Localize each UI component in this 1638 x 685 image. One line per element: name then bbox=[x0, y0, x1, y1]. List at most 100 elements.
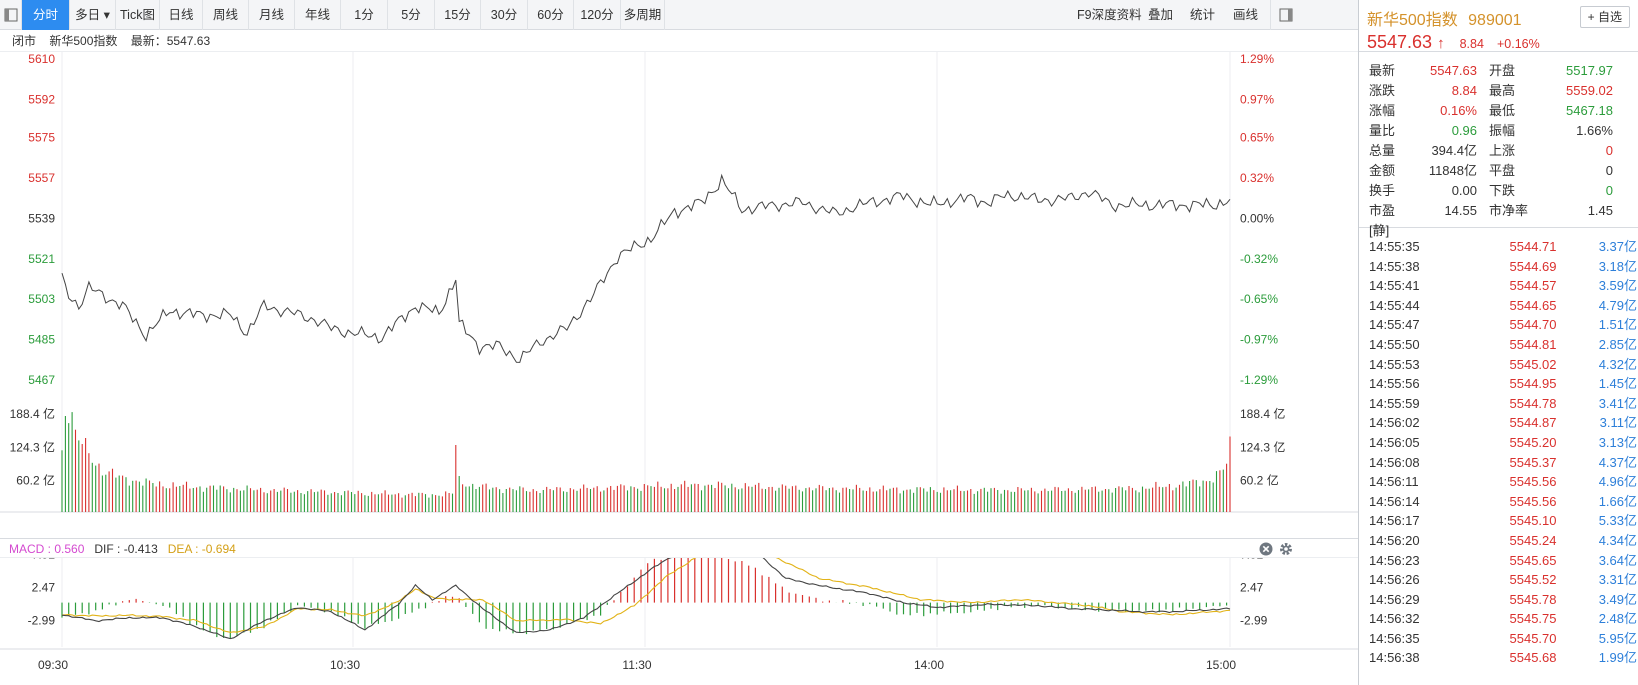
percent-axis-label: 1.29% bbox=[1240, 52, 1274, 66]
tick-row: 14:56:08 5545.37 4.37亿 bbox=[1359, 453, 1638, 473]
tab-4[interactable]: 日线 bbox=[160, 0, 203, 30]
stock-code: 989001 bbox=[1468, 12, 1522, 29]
quote-label: 最高 bbox=[1489, 83, 1516, 98]
tick-time: 14:56:05 bbox=[1369, 434, 1420, 450]
intraday-chart[interactable]: 5610 1.29% 5592 0.97% 5575 0.65% 5557 0.32% 5539… bbox=[0, 52, 1358, 685]
tick-price: 5545.56 bbox=[1509, 493, 1557, 509]
market-status: 闭市 bbox=[12, 34, 37, 48]
price-line bbox=[61, 173, 1231, 363]
price-axis-label: 5592 bbox=[28, 92, 55, 106]
draw-button[interactable]: 画线 bbox=[1233, 0, 1258, 30]
percent-axis-label: 0.97% bbox=[1240, 92, 1274, 106]
stats-button[interactable]: 统计 bbox=[1190, 0, 1215, 30]
quote-value: 0 bbox=[1605, 183, 1613, 198]
tick-row: 14:56:02 5544.87 3.11亿 bbox=[1359, 413, 1638, 433]
quote-value: 11848亿 bbox=[1428, 163, 1477, 178]
tick-row: 14:56:38 5545.68 1.99亿 bbox=[1359, 648, 1638, 668]
tick-price: 5544.65 bbox=[1509, 297, 1557, 313]
tick-volume: 3.18亿 bbox=[1598, 258, 1637, 274]
tick-volume: 5.95亿 bbox=[1598, 630, 1637, 646]
tab-6[interactable]: 月线 bbox=[249, 0, 295, 30]
tick-time: 14:55:50 bbox=[1369, 336, 1420, 352]
quote-row: 金额 11848亿 平盘 0 bbox=[1369, 161, 1632, 181]
tick-price: 5545.10 bbox=[1509, 513, 1557, 529]
macd-axis-label: -2.99 bbox=[1240, 614, 1268, 628]
price-change-pct: +0.16% bbox=[1496, 37, 1540, 51]
volume-axis-label: 60.2 亿 bbox=[1240, 473, 1279, 488]
percent-axis-label: -0.32% bbox=[1240, 252, 1278, 266]
quote-value: 5559.02 bbox=[1566, 83, 1613, 98]
tab-13[interactable]: 120分 bbox=[574, 0, 621, 30]
overlay-button[interactable]: 叠加 bbox=[1148, 0, 1173, 30]
tick-time: 14:56:20 bbox=[1369, 532, 1420, 548]
tick-price: 5544.81 bbox=[1509, 336, 1557, 352]
tick-volume: 4.32亿 bbox=[1598, 356, 1637, 372]
tick-row: 14:55:41 5544.57 3.59亿 bbox=[1359, 276, 1638, 296]
tick-price: 5545.20 bbox=[1509, 434, 1557, 450]
volume-axis-label: 188.4 亿 bbox=[1240, 406, 1285, 421]
price-line: 5547.63 ↑ 8.84 +0.16% bbox=[1367, 32, 1628, 53]
quote-row: 换手 0.00 下跌 0 bbox=[1369, 181, 1632, 201]
sidebar-toggle-icon bbox=[4, 8, 17, 22]
tick-volume: 1.99亿 bbox=[1598, 650, 1637, 666]
tick-row: 14:56:17 5545.10 5.33亿 bbox=[1359, 511, 1638, 531]
f9-data-button[interactable]: F9深度资料 bbox=[1077, 0, 1142, 30]
quote-value: 0.00 bbox=[1451, 183, 1477, 198]
tick-volume: 3.41亿 bbox=[1598, 395, 1637, 411]
tick-price: 5544.71 bbox=[1509, 239, 1557, 254]
quote-row: 最新 5547.63 开盘 5517.97 bbox=[1369, 61, 1632, 81]
tab-11[interactable]: 30分 bbox=[481, 0, 528, 30]
tick-volume: 2.85亿 bbox=[1598, 336, 1637, 352]
tick-price: 5545.75 bbox=[1509, 611, 1557, 627]
tab-1[interactable]: 分时 bbox=[22, 0, 70, 30]
quote-label: 平盘 bbox=[1489, 163, 1516, 178]
tick-row: 14:55:47 5544.70 1.51亿 bbox=[1359, 315, 1638, 335]
quote-row: 总量 394.4亿 上涨 0 bbox=[1369, 141, 1632, 161]
tick-volume: 3.37亿 bbox=[1598, 239, 1637, 254]
tick-time: 14:56:32 bbox=[1369, 611, 1420, 627]
tick-volume: 3.11亿 bbox=[1599, 415, 1637, 431]
tick-time: 14:56:14 bbox=[1369, 493, 1420, 509]
tick-list[interactable]: 14:55:35 5544.71 3.37亿 14:55:38 5544.69 3.18亿… bbox=[1359, 228, 1638, 668]
tick-price: 5545.70 bbox=[1509, 630, 1557, 646]
quote-row: 量比 0.96 振幅 1.66% bbox=[1369, 121, 1632, 141]
gear-icon[interactable] bbox=[1279, 542, 1293, 556]
percent-axis-label: -1.29% bbox=[1240, 373, 1278, 387]
tab-8[interactable]: 1分 bbox=[341, 0, 388, 30]
tick-row: 14:55:59 5544.78 3.41亿 bbox=[1359, 394, 1638, 414]
close-icon[interactable] bbox=[1259, 542, 1273, 556]
price-axis-label: 5503 bbox=[28, 292, 55, 306]
tab-12[interactable]: 60分 bbox=[528, 0, 574, 30]
quote-label: 上涨 bbox=[1489, 143, 1516, 158]
tick-time: 14:55:41 bbox=[1369, 278, 1420, 294]
percent-axis-label: 0.00% bbox=[1240, 211, 1274, 225]
price-axis-label: 5610 bbox=[28, 52, 55, 66]
tick-price: 5544.78 bbox=[1509, 395, 1557, 411]
tab-3[interactable]: Tick图 bbox=[116, 0, 160, 30]
percent-axis-label: 0.32% bbox=[1240, 171, 1274, 185]
tick-price: 5545.02 bbox=[1509, 356, 1557, 372]
tick-volume: 1.45亿 bbox=[1598, 376, 1637, 392]
panel-toggle-button[interactable] bbox=[1270, 0, 1300, 30]
tick-volume: 2.48亿 bbox=[1598, 611, 1637, 627]
tick-row: 14:56:29 5545.78 3.49亿 bbox=[1359, 590, 1638, 610]
tab-5[interactable]: 周线 bbox=[203, 0, 249, 30]
current-price: 5547.63 bbox=[1367, 32, 1433, 52]
tab-14[interactable]: 多周期 bbox=[621, 0, 665, 30]
dea-value: DEA : -0.694 bbox=[167, 542, 236, 556]
tab-2[interactable]: 多日 ▾ bbox=[70, 0, 116, 30]
tab-7[interactable]: 年线 bbox=[295, 0, 341, 30]
tick-time: 14:55:38 bbox=[1369, 258, 1420, 274]
tab-10[interactable]: 15分 bbox=[435, 0, 481, 30]
quote-value: 1.45 bbox=[1587, 203, 1613, 218]
time-axis-label: 09:30 bbox=[38, 658, 68, 672]
tick-row: 14:55:44 5544.65 4.79亿 bbox=[1359, 296, 1638, 316]
add-watchlist-button[interactable]: + 自选 bbox=[1579, 6, 1630, 28]
price-axis-label: 5557 bbox=[28, 171, 55, 185]
tick-time: 14:55:47 bbox=[1369, 317, 1420, 333]
tick-volume: 4.79亿 bbox=[1598, 297, 1637, 313]
tab-9[interactable]: 5分 bbox=[388, 0, 435, 30]
tick-row: 14:55:50 5544.81 2.85亿 bbox=[1359, 335, 1638, 355]
tick-row: 14:56:23 5545.65 3.64亿 bbox=[1359, 551, 1638, 571]
sidebar-toggle-button[interactable] bbox=[0, 0, 22, 30]
